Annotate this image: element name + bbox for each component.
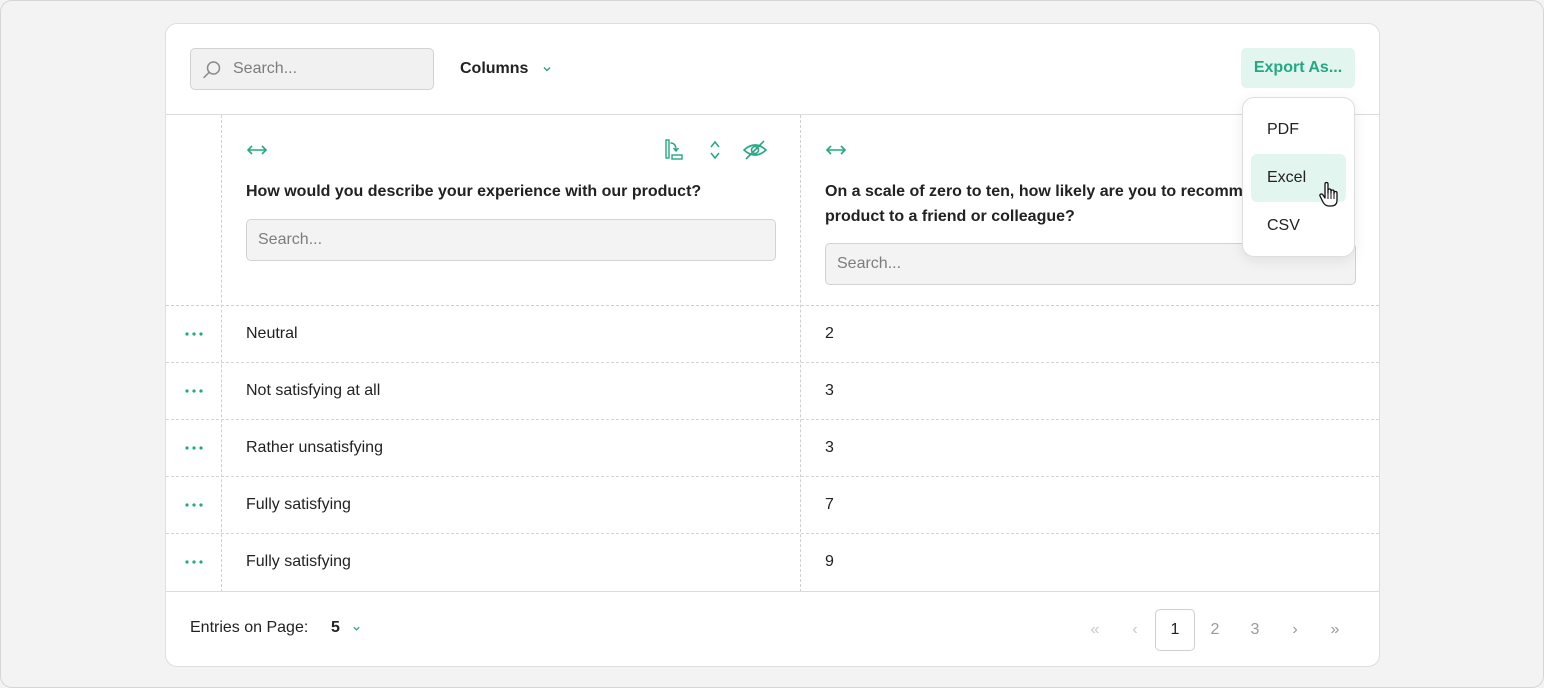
export-label: Export As... — [1253, 59, 1343, 76]
table-row: Fully satisfying 9 — [166, 534, 1379, 591]
column-title: On a scale of zero to ten, how likely ar… — [825, 179, 1243, 229]
table-row: Fully satisfying 7 — [166, 477, 1379, 534]
first-page-button[interactable]: « — [1075, 609, 1115, 651]
prev-page-button[interactable]: ‹ — [1115, 609, 1155, 651]
column-title-line: product to a friend or colleague? — [825, 208, 1075, 225]
export-as-button[interactable]: Export As... — [1241, 48, 1355, 88]
search-icon — [203, 61, 221, 79]
chevron-down-icon — [353, 626, 360, 631]
column-header-experience: How would you describe your experience w… — [222, 115, 800, 306]
eye-off-icon — [742, 140, 768, 160]
column-tools — [648, 137, 768, 163]
chevron-down-icon — [543, 67, 551, 72]
export-pdf-item[interactable]: PDF — [1251, 106, 1346, 154]
score-cell: 2 — [825, 325, 834, 342]
answer-cell: Fully satisfying — [246, 496, 351, 513]
table-footer: Entries on Page: 5 « ‹ 1 2 3 › » — [166, 591, 1379, 668]
answer-cell: Fully satisfying — [246, 553, 351, 570]
table-header: How would you describe your experience w… — [166, 115, 1379, 306]
column-filter-input[interactable] — [247, 220, 775, 260]
column-title: How would you describe your experience w… — [246, 183, 702, 200]
column-filter[interactable] — [246, 219, 776, 261]
arrows-up-down-icon — [710, 140, 720, 160]
entries-per-page-select[interactable]: 5 — [331, 619, 361, 637]
more-options-icon[interactable] — [184, 328, 204, 340]
column-title-line: On a scale of zero to ten, how likely ar… — [825, 183, 1243, 200]
answer-cell: Rather unsatisfying — [246, 439, 383, 456]
table-row: Neutral 2 — [166, 306, 1379, 363]
table-body: Neutral 2 Not satisfying at all 3 Rather… — [166, 306, 1379, 591]
export-csv-item[interactable]: CSV — [1251, 202, 1346, 250]
answer-cell: Not satisfying at all — [246, 382, 381, 399]
table-row: Rather unsatisfying 3 — [166, 420, 1379, 477]
page-button-3[interactable]: 3 — [1235, 609, 1275, 651]
next-page-button[interactable]: › — [1275, 609, 1315, 651]
columns-label: Columns — [460, 60, 529, 77]
sort-icon — [665, 139, 683, 160]
hand-pointer-icon — [1319, 181, 1338, 207]
resize-column-icon[interactable] — [245, 141, 269, 159]
score-cell: 9 — [825, 553, 834, 570]
global-search[interactable] — [190, 48, 434, 90]
pagination: « ‹ 1 2 3 › » — [1075, 609, 1355, 651]
global-search-input[interactable] — [233, 49, 428, 89]
data-table-card: Columns Export As... — [165, 23, 1380, 667]
columns-dropdown-button[interactable]: Columns — [460, 56, 552, 82]
table-toolbar: Columns Export As... — [166, 24, 1379, 115]
score-cell: 3 — [825, 439, 834, 456]
entries-per-page-value: 5 — [331, 619, 340, 636]
more-options-icon[interactable] — [184, 556, 204, 568]
more-options-icon[interactable] — [184, 499, 204, 511]
resize-column-icon[interactable] — [824, 141, 848, 159]
score-cell: 7 — [825, 496, 834, 513]
more-options-icon[interactable] — [184, 442, 204, 454]
entries-per-page-label: Entries on Page: — [190, 619, 309, 636]
more-options-icon[interactable] — [184, 385, 204, 397]
page-button-2[interactable]: 2 — [1195, 609, 1235, 651]
score-cell: 3 — [825, 382, 834, 399]
page-button-1[interactable]: 1 — [1155, 609, 1195, 651]
column-order-button[interactable] — [702, 137, 728, 163]
export-menu: PDF Excel CSV — [1242, 97, 1355, 257]
table-row: Not satisfying at all 3 — [166, 363, 1379, 420]
last-page-button[interactable]: » — [1315, 609, 1355, 651]
hide-column-button[interactable] — [742, 137, 768, 163]
column-sort-button[interactable] — [662, 137, 688, 163]
answer-cell: Neutral — [246, 325, 298, 342]
